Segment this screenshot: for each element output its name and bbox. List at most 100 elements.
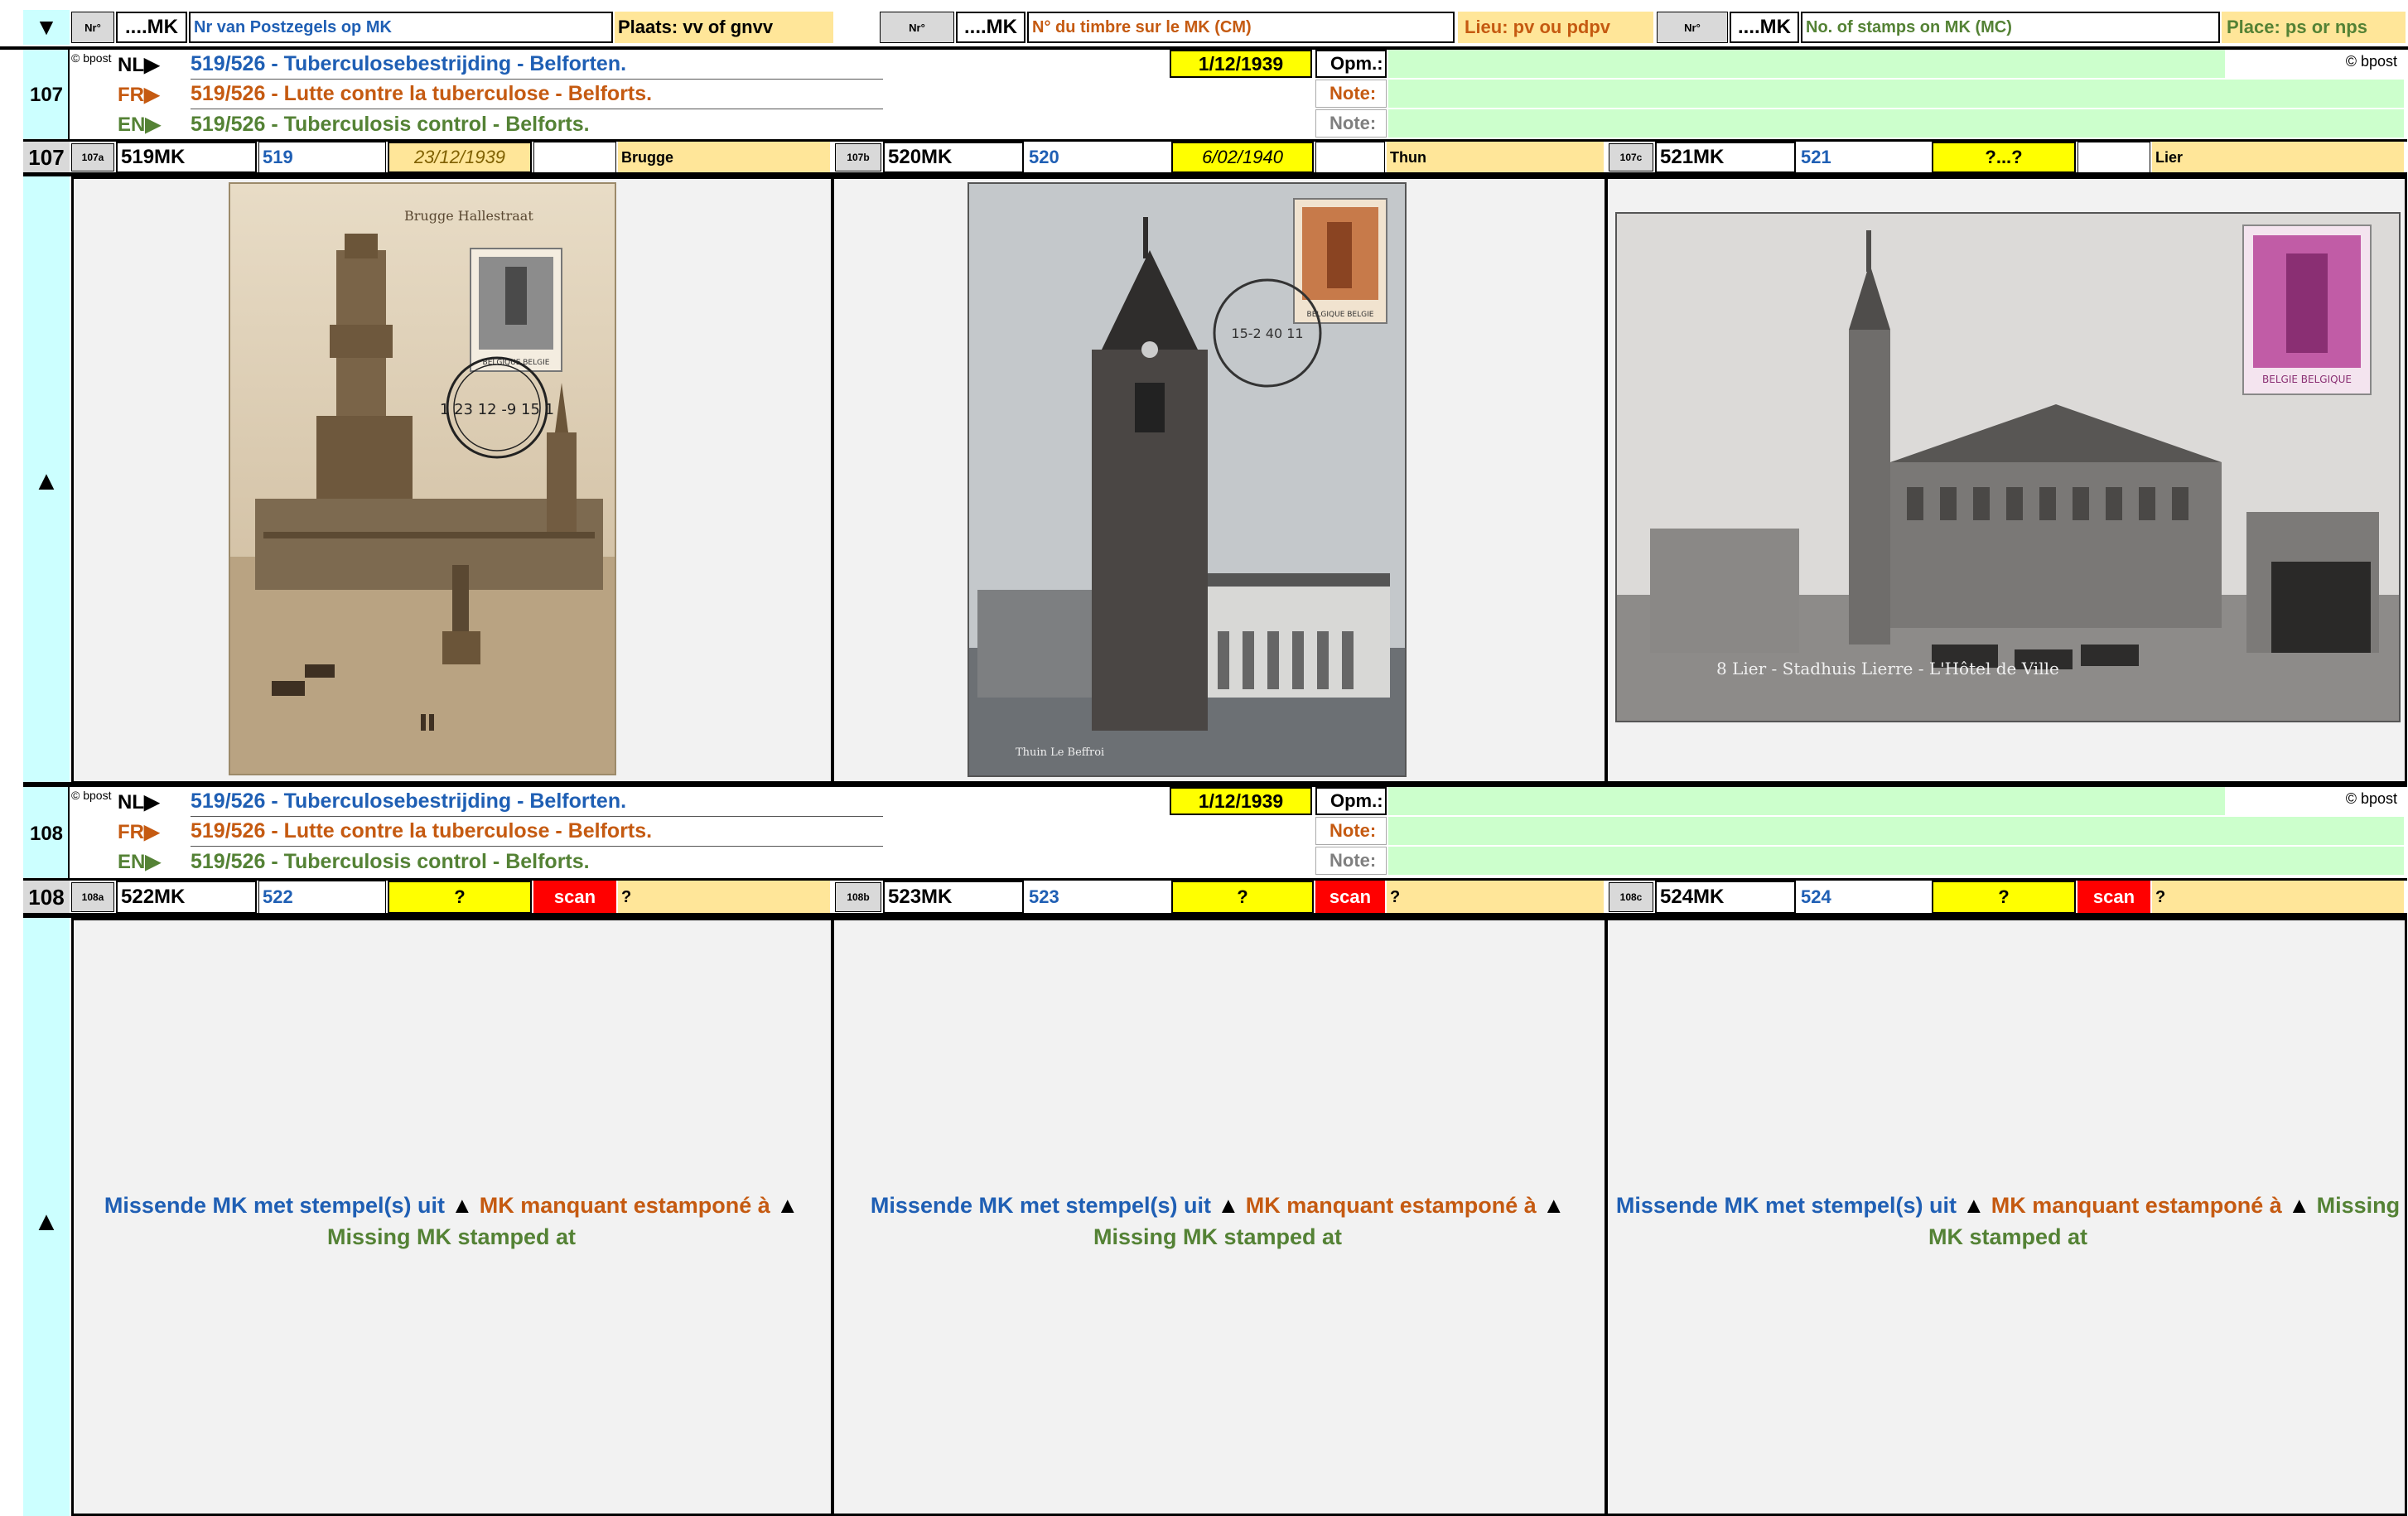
header-desc-fr: N° du timbre sur le MK (CM)	[1027, 12, 1455, 43]
entry-date: ?	[388, 881, 532, 914]
note-en-label: Note:	[1315, 847, 1387, 875]
lang-tag-fr: FR▶	[118, 820, 160, 843]
entry-place: ?	[618, 881, 830, 914]
note-fr-field[interactable]	[1388, 80, 2404, 108]
note-en-field[interactable]	[1388, 109, 2404, 138]
note-fr-label: Note:	[1315, 80, 1387, 108]
expand-toggle[interactable]: ▲	[23, 1205, 70, 1238]
header-place-en: Place: ps or nps	[2222, 12, 2406, 43]
note-en-label: Note:	[1315, 109, 1387, 138]
header-nr-cell: Nr°	[880, 12, 954, 43]
note-fr-field[interactable]	[1388, 817, 2404, 845]
entry-mk: 520MK	[883, 142, 1024, 173]
entry-sub-id: 108b	[835, 882, 881, 912]
opm-label: Opm.:	[1315, 787, 1387, 815]
svg-text:Thuin Le Beffroi: Thuin Le Beffroi	[1016, 746, 1104, 759]
svg-text:8 Lier - Stadhuis Lierre - L': 8 Lier - Stadhuis Lierre - L'Hôtel de Vi…	[1716, 659, 2059, 678]
triangle-down-icon: ▼	[35, 14, 58, 40]
entry-sub-id: 107b	[835, 143, 881, 171]
entry-stamp-nr: 520	[1029, 147, 1059, 167]
svg-text:15-2 40 11: 15-2 40 11	[1231, 326, 1303, 341]
svg-text:BELGIE BELGIQUE: BELGIE BELGIQUE	[2262, 374, 2352, 385]
entry-stamp-nr: 521	[1801, 147, 1831, 167]
entry-extra	[2077, 142, 2150, 173]
entry-sub-id: 108a	[71, 882, 114, 912]
header-mk-cell: ....MK	[956, 12, 1025, 43]
entry-stamp-nr: 522	[258, 881, 386, 914]
entry-sub-id: 107c	[1609, 143, 1653, 171]
entry-date: 23/12/1939	[388, 142, 532, 173]
title-fr: 519/526 - Lutte contre la tuberculose - …	[191, 817, 883, 847]
entry-sub-id: 108c	[1609, 882, 1653, 912]
entry-place: ?	[1387, 881, 1604, 914]
entry-extra	[1315, 142, 1385, 173]
opm-field[interactable]	[1388, 787, 2225, 815]
entry-sub-id: 107a	[71, 143, 114, 171]
header-place-nl: Plaats: vv of gnvv	[615, 12, 833, 43]
maxicard-thuin-picture: BELGIQUE BELGIE 15-2 40 11 Thuin Le Beff…	[969, 184, 1405, 775]
entry-stamp-nr: 524	[1801, 886, 1831, 907]
missing-card-message: Missende MK met stempel(s) uit ▲ MK manq…	[870, 1193, 1566, 1249]
header-desc-nl: Nr van Postzegels op MK	[189, 12, 613, 43]
triangle-up-icon: ▲	[33, 465, 60, 495]
copyright-label: © bpost	[2345, 52, 2397, 70]
title-en: 519/526 - Tuberculosis control - Belfort…	[191, 112, 590, 136]
copyright-label: © bpost	[2345, 789, 2397, 807]
opm-label: Opm.:	[1315, 50, 1387, 78]
source-label: © bpost	[71, 789, 112, 802]
lang-tag-nl: NL▶	[118, 790, 160, 814]
header-nr-cell: Nr°	[1657, 12, 1728, 43]
entry-date: ?	[1932, 881, 2076, 914]
svg-text:1 23 12 -9 15 1: 1 23 12 -9 15 1	[440, 401, 554, 418]
row-number: 107	[29, 84, 64, 106]
row-number: 108	[29, 823, 64, 845]
header-place-fr: Lieu: pv ou pdpv	[1458, 12, 1653, 43]
entry-row-number: 107	[28, 144, 65, 170]
svg-text:Brugge Hallestraat: Brugge Hallestraat	[404, 208, 533, 224]
header-desc-en: No. of stamps on MK (MC)	[1801, 12, 2220, 43]
maxicard-lier-picture: BELGIE BELGIQUE 8 Lier - Stadhuis Lierre…	[1617, 214, 2399, 721]
maxicard-brugge-picture: BELGIQUE BELGIE 1 23 12 -9 15 1 Brugge H…	[230, 184, 615, 774]
entry-mk: 519MK	[116, 142, 257, 173]
missing-card-message: Missende MK met stempel(s) uit ▲ MK manq…	[104, 1193, 799, 1249]
entry-place: Brugge	[618, 142, 830, 173]
entry-row-number: 108	[28, 884, 65, 910]
entry-mk: 521MK	[1655, 142, 1796, 173]
lang-tag-en: EN▶	[118, 113, 161, 136]
opm-field[interactable]	[1388, 50, 2225, 78]
entry-mk: 524MK	[1655, 881, 1796, 914]
lang-tag-en: EN▶	[118, 850, 161, 873]
header-nr-cell: Nr°	[71, 12, 114, 43]
lang-tag-fr: FR▶	[118, 83, 160, 106]
entry-date: 6/02/1940	[1171, 142, 1314, 173]
entry-extra	[533, 142, 616, 173]
expand-toggle[interactable]: ▲	[23, 464, 70, 497]
maxicard-image[interactable]: BELGIE BELGIQUE 8 Lier - Stadhuis Lierre…	[1615, 212, 2401, 722]
scan-button[interactable]: scan	[2077, 881, 2150, 914]
lang-tag-nl: NL▶	[118, 53, 160, 76]
issue-date: 1/12/1939	[1170, 50, 1312, 78]
entry-place: Lier	[2152, 142, 2404, 173]
header-mk-cell: ....MK	[1730, 12, 1799, 43]
maxicard-image[interactable]: BELGIQUE BELGIE 15-2 40 11 Thuin Le Beff…	[968, 182, 1407, 777]
title-nl: 519/526 - Tuberculosebestrijding - Belfo…	[191, 50, 883, 80]
issue-date: 1/12/1939	[1170, 787, 1312, 815]
entry-date: ?...?	[1932, 142, 2076, 173]
collapse-toggle[interactable]: ▼	[23, 10, 70, 45]
title-en: 519/526 - Tuberculosis control - Belfort…	[191, 849, 590, 873]
triangle-up-icon: ▲	[33, 1205, 60, 1236]
title-fr: 519/526 - Lutte contre la tuberculose - …	[191, 80, 883, 109]
entry-mk: 522MK	[116, 881, 257, 914]
note-en-field[interactable]	[1388, 847, 2404, 875]
entry-place: Thun	[1387, 142, 1604, 173]
title-nl: 519/526 - Tuberculosebestrijding - Belfo…	[191, 787, 883, 817]
maxicard-image[interactable]: BELGIQUE BELGIE 1 23 12 -9 15 1 Brugge H…	[229, 182, 616, 775]
missing-card-message: Missende MK met stempel(s) uit ▲ MK manq…	[1615, 1193, 2401, 1249]
entry-place: ?	[2152, 881, 2404, 914]
entry-date: ?	[1171, 881, 1314, 914]
source-label: © bpost	[71, 51, 112, 65]
entry-stamp-nr: 523	[1029, 886, 1059, 907]
scan-button[interactable]: scan	[533, 881, 616, 914]
scan-button[interactable]: scan	[1315, 881, 1385, 914]
note-fr-label: Note:	[1315, 817, 1387, 845]
